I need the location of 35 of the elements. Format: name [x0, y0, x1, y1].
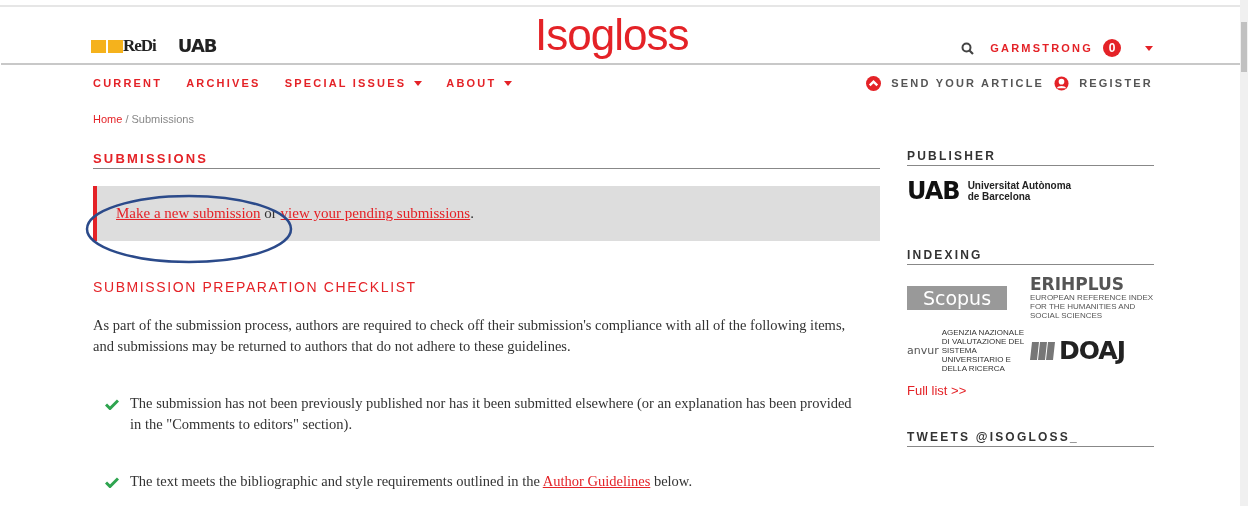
logo-text: ReDi: [123, 35, 156, 56]
checklist-item: The submission has not been previously published nor has it been submitted elsewhere (or an explanation has been provided in the "Comments to editors" section).: [130, 394, 853, 434]
nav-link[interactable]: ABOUT: [446, 77, 513, 89]
full-list-link[interactable]: Full list >>: [907, 383, 1154, 398]
search-icon[interactable]: [961, 41, 975, 55]
scrollbar[interactable]: [1240, 0, 1248, 506]
caret-icon: [1145, 45, 1153, 51]
breadcrumb-separator: /: [125, 113, 129, 125]
publisher-logo-mark: UAB: [907, 177, 960, 205]
sidebar-heading: PUBLISHER: [907, 139, 1154, 166]
sidebar-heading: INDEXING: [907, 238, 1154, 265]
book-icon: [91, 38, 123, 53]
author-guidelines-link[interactable]: Author Guidelines: [542, 473, 651, 489]
nav-link[interactable]: REGISTER: [1079, 77, 1153, 89]
notification-badge: 0: [1103, 39, 1121, 57]
intro-paragraph: As part of the submission process, authors are required to check off their submission's compliance with all of the following items, and submissions may be returned to authors that do not adhere to these guidelines.: [93, 316, 847, 356]
nav-link[interactable]: SPECIAL ISSUES: [284, 77, 423, 89]
indexing-logo[interactable]: Scopus: [907, 285, 1007, 310]
nav-link[interactable]: CURRENT: [93, 77, 163, 89]
publisher-name: Universitat Autònoma de Barcelona: [967, 180, 1072, 202]
logo-text: UAB: [177, 35, 217, 56]
breadcrumb-item: Submissions: [131, 113, 194, 125]
indexing-logo[interactable]: DOAJ: [1030, 336, 1154, 365]
sidebar-heading: TWEETS @ISOGLOSS_: [907, 420, 1154, 447]
new-submission-link[interactable]: Make a new submission: [116, 205, 261, 221]
nav-link[interactable]: SEND YOUR ARTICLE: [891, 77, 1045, 89]
checklist-item: The text meets the bibliographic and style requirements outlined in the Author Guidelines below.: [130, 472, 694, 491]
nav-link[interactable]: ARCHIVES: [186, 77, 261, 89]
breadcrumb-link[interactable]: Home: [93, 113, 123, 125]
section-heading: SUBMISSIONS: [93, 139, 880, 169]
site-title[interactable]: Isogloss: [535, 11, 689, 59]
user-icon: [1054, 75, 1070, 91]
indexing-logo[interactable]: ERIHPLUS EUROPEAN REFERENCE INDEX FOR THE HUMANITIES AND SOCIAL SCIENCES: [1030, 275, 1154, 320]
section-heading: SUBMISSION PREPARATION CHECKLIST: [93, 279, 418, 295]
user-menu[interactable]: GARMSTRONG: [990, 42, 1093, 54]
